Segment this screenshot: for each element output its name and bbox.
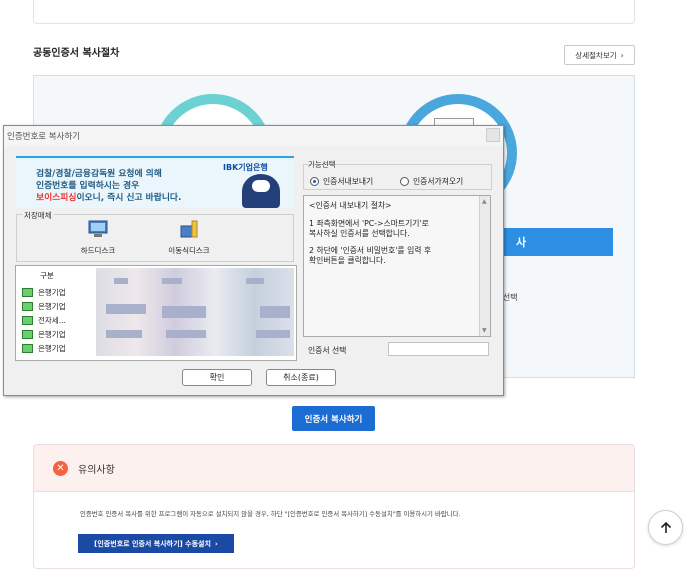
list-item[interactable]: 은행기업	[22, 301, 66, 312]
bank-logo: IBK기업은행	[223, 163, 268, 172]
chevron-right-icon: ›	[214, 539, 218, 548]
import-radio[interactable]: 인증서가져오기	[400, 176, 463, 187]
list-item[interactable]: 은행기업	[22, 343, 66, 354]
procedure-step: 1 좌측화면에서 'PC->스마트기기'로 복사하실 인증서를 선택합니다.	[309, 219, 429, 238]
chevron-right-icon: ›	[620, 50, 624, 60]
certificate-icon	[22, 330, 33, 339]
list-item[interactable]: 은행기업	[22, 329, 66, 340]
cancel-button[interactable]: 취소(종료)	[266, 369, 336, 386]
procedure-step: 2 하단에 '인증서 비밀번호'를 입력 후 확인버튼을 클릭합니다.	[309, 246, 432, 265]
removable-disk-icon	[180, 220, 198, 238]
list-item[interactable]: 전자세...	[22, 315, 66, 326]
redacted-block	[106, 304, 146, 314]
scroll-down-icon: ▼	[482, 327, 487, 334]
list-header: 구분	[40, 271, 54, 280]
procedure-scrollbar[interactable]: ▲ ▼	[479, 196, 490, 336]
banner-highlight: 보이스피싱	[36, 193, 77, 203]
import-radio-label: 인증서가져오기	[413, 177, 464, 186]
x-icon: ✕	[53, 460, 68, 476]
dialog-close-button[interactable]	[486, 128, 500, 142]
radio-unselected-icon	[400, 177, 409, 186]
detail-procedure-button[interactable]: 상세절차보기 ›	[564, 45, 635, 65]
notice-header: ✕ 유의사항	[34, 445, 634, 492]
export-radio-label: 인증서내보내기	[323, 177, 374, 186]
storage-group	[16, 214, 294, 262]
page: 공동인증서 복사절차 상세절차보기 › 사 ]] 선택 인증서 복사하기 ✕ 유…	[0, 0, 700, 576]
redacted-block	[256, 330, 290, 338]
procedure-text-box[interactable]: <인증서 내보내기 절차> 1 좌측화면에서 'PC->스마트기기'로 복사하실…	[303, 195, 491, 337]
arrow-up-icon	[660, 521, 671, 533]
redacted-block	[162, 306, 206, 318]
hard-disk-icon	[88, 220, 108, 237]
list-item-label: 은행기업	[38, 344, 66, 353]
hard-disk-option[interactable]: 하드디스크	[68, 218, 128, 256]
certificate-icon	[22, 316, 33, 325]
list-item-label: 은행기업	[38, 302, 66, 311]
cert-select-field[interactable]	[388, 342, 489, 356]
hard-disk-label: 하드디스크	[80, 246, 116, 255]
notice-panel: ✕ 유의사항 인증번호 인증서 복사를 위한 프로그램이 자동으로 설치되지 않…	[33, 444, 635, 569]
scroll-to-top-button[interactable]	[648, 510, 683, 545]
redacted-area	[96, 268, 294, 356]
banner-line-3: 보이스피싱이오니, 즉시 신고 바랍니다.	[36, 190, 181, 203]
certificate-icon	[22, 302, 33, 311]
cert-select-label: 인증서 선택	[308, 346, 347, 355]
function-label: 기능선택	[308, 160, 336, 169]
removable-disk-option[interactable]: 이동식디스크	[159, 218, 219, 256]
list-item-label: 전자세...	[38, 316, 66, 325]
mascot-face	[252, 180, 270, 192]
certificate-icon	[22, 344, 33, 353]
section-title: 공동인증서 복사절차	[33, 48, 120, 59]
top-card	[33, 0, 635, 24]
copy-by-number-dialog: 인증번호로 복사하기 검찰/경찰/금융감독원 요청에 의해 인증번호를 입력하시…	[3, 125, 504, 396]
redacted-block	[106, 330, 142, 338]
removable-disk-label: 이동식디스크	[168, 246, 210, 255]
notice-text: 인증번호 인증서 복사를 위한 프로그램이 자동으로 설치되지 않을 경우, 하…	[80, 510, 461, 518]
list-item-label: 은행기업	[38, 288, 66, 297]
manual-install-button[interactable]: [인증번호로 인증서 복사하기] 수동설치 ›	[78, 534, 234, 553]
install-button-label: [인증번호로 인증서 복사하기] 수동설치	[94, 539, 211, 548]
voice-phishing-banner: 검찰/경찰/금융감독원 요청에 의해 인증번호를 입력하시는 경우 보이스피싱이…	[16, 156, 294, 208]
ok-button[interactable]: 확인	[182, 369, 252, 386]
redacted-block	[246, 278, 264, 284]
redacted-block	[260, 306, 290, 318]
copy-certificate-button[interactable]: 인증서 복사하기	[292, 406, 375, 431]
procedure-title: <인증서 내보내기 절차>	[309, 201, 392, 210]
redacted-block	[166, 330, 206, 338]
radio-selected-icon	[310, 177, 319, 186]
redacted-block	[162, 278, 182, 284]
detail-button-label: 상세절차보기	[575, 50, 617, 60]
list-item[interactable]: 은행기업	[22, 287, 66, 298]
export-radio[interactable]: 인증서내보내기	[310, 176, 373, 187]
scroll-up-icon: ▲	[482, 198, 487, 205]
notice-title: 유의사항	[78, 464, 115, 476]
banner-line-3-rest: 이오니, 즉시 신고 바랍니다.	[76, 193, 182, 203]
storage-label: 저장매체	[22, 210, 54, 221]
redacted-block	[114, 278, 128, 284]
certificate-list[interactable]: 구분 은행기업 은행기업 전자세... 은행기업 은행기업	[15, 265, 297, 361]
dialog-title: 인증번호로 복사하기	[4, 126, 503, 146]
list-item-label: 은행기업	[38, 330, 66, 339]
certificate-icon	[22, 288, 33, 297]
